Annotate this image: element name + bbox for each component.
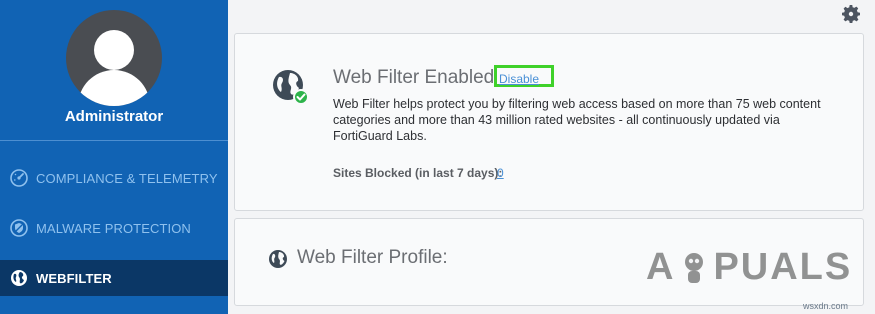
web-filter-title: Web Filter Enabled xyxy=(333,67,495,88)
disable-link[interactable]: Disable xyxy=(499,72,539,86)
avatar xyxy=(66,10,162,106)
sidebar-item-compliance-telemetry[interactable]: COMPLIANCE & TELEMETRY xyxy=(0,160,228,196)
user-name: Administrator xyxy=(64,108,164,125)
web-filter-description: Web Filter helps protect you by filterin… xyxy=(333,97,821,143)
gauge-icon xyxy=(9,168,29,188)
watermark: A PUALS xyxy=(646,246,853,288)
sidebar-divider xyxy=(0,140,228,141)
mascot-icon xyxy=(676,249,712,285)
sidebar-item-label: WEBFILTER xyxy=(36,270,112,286)
sites-blocked-label: Sites Blocked (in last 7 days): xyxy=(333,166,503,180)
web-filter-profile-title: Web Filter Profile: xyxy=(297,247,448,268)
shield-icon xyxy=(9,218,29,238)
sidebar-item-malware-protection[interactable]: MALWARE PROTECTION xyxy=(0,210,228,246)
site-credit: wsxdn.com xyxy=(803,301,849,311)
sites-blocked-count-link[interactable]: 0 xyxy=(497,166,504,180)
globe-check-icon xyxy=(271,68,311,108)
sidebar: Administrator COMPLIANCE & TELEMETRY MAL… xyxy=(0,0,228,314)
globe-icon xyxy=(268,249,288,269)
globe-icon xyxy=(9,268,29,288)
web-filter-status-card: Web Filter Enabled Disable Web Filter he… xyxy=(234,33,864,211)
sidebar-item-label: MALWARE PROTECTION xyxy=(36,220,191,236)
sidebar-item-webfilter[interactable]: WEBFILTER xyxy=(0,260,228,296)
settings-gear-icon[interactable] xyxy=(839,2,863,26)
sidebar-item-label: COMPLIANCE & TELEMETRY xyxy=(36,170,218,186)
